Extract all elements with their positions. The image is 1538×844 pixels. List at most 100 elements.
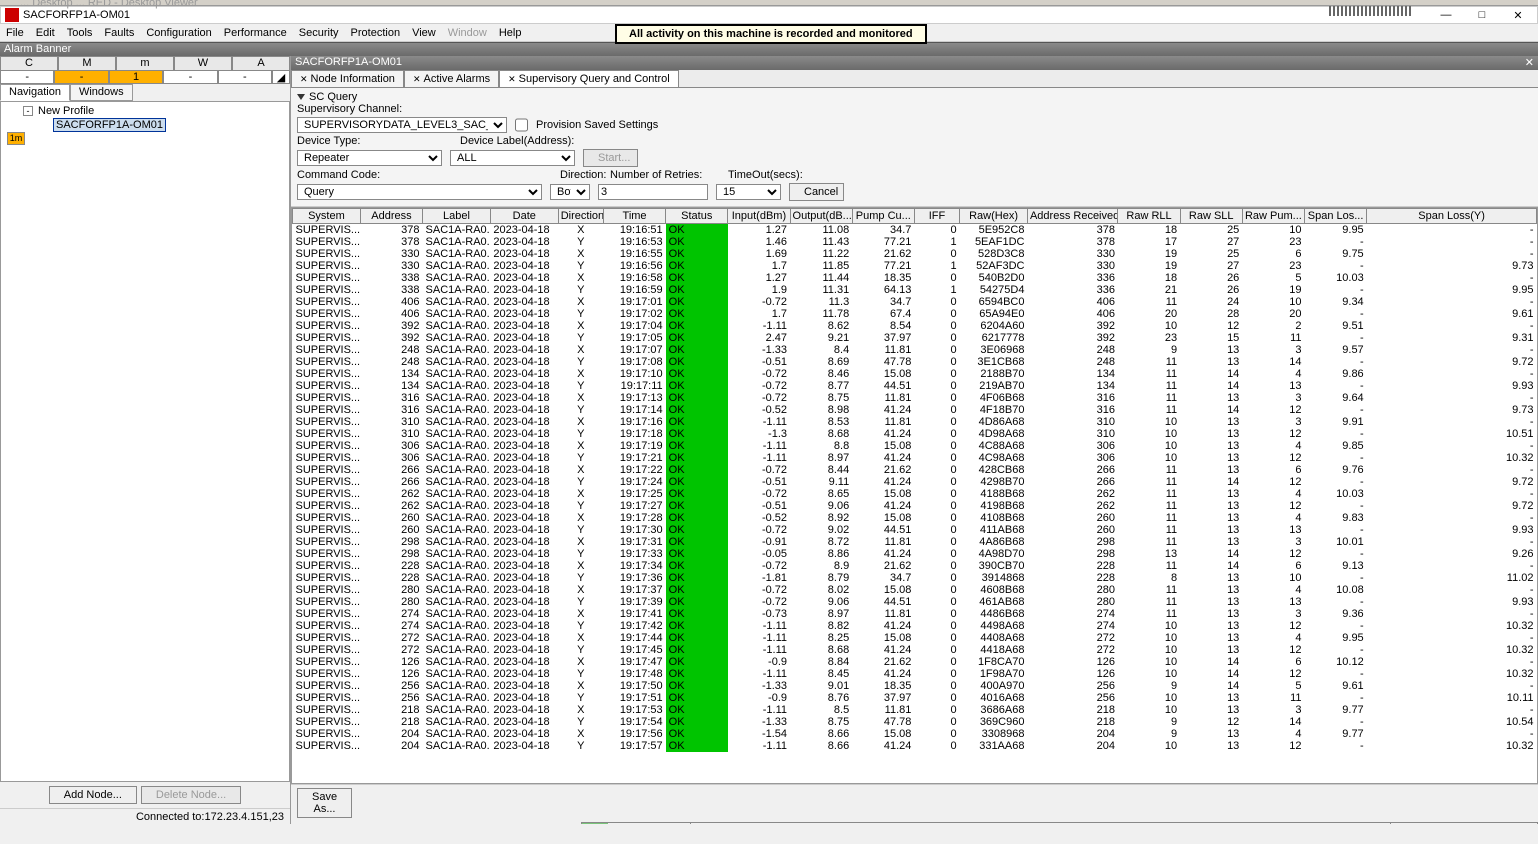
menu-faults[interactable]: Faults [104, 27, 134, 39]
table-row[interactable]: SUPERVIS...274SAC1A-RA0...2023-04-18X19:… [293, 608, 1537, 620]
provision-checkbox[interactable] [515, 117, 528, 133]
table-row[interactable]: SUPERVIS...204SAC1A-RA0...2023-04-18X19:… [293, 728, 1537, 740]
close-icon[interactable]: ✕ [413, 74, 421, 85]
alarm-tab-m[interactable]: m [116, 56, 174, 70]
table-row[interactable]: SUPERVIS...256SAC1A-RA0...2023-04-18X19:… [293, 680, 1537, 692]
close-icon[interactable]: ✕ [508, 74, 516, 85]
table-row[interactable]: SUPERVIS...338SAC1A-RA0...2023-04-18X19:… [293, 272, 1537, 284]
table-row[interactable]: SUPERVIS...266SAC1A-RA0...2023-04-18Y19:… [293, 476, 1537, 488]
device-label-select[interactable]: ALL [450, 150, 575, 166]
table-row[interactable]: SUPERVIS...406SAC1A-RA0...2023-04-18Y19:… [293, 308, 1537, 320]
menu-edit[interactable]: Edit [36, 27, 55, 39]
alarm-tab-a[interactable]: A [232, 56, 290, 70]
tab-supervisory-query[interactable]: ✕Supervisory Query and Control [499, 70, 679, 87]
retries-input[interactable] [598, 184, 708, 200]
column-header[interactable]: Time [603, 209, 665, 224]
column-header[interactable]: Raw SLL [1180, 209, 1242, 224]
table-row[interactable]: SUPERVIS...256SAC1A-RA0...2023-04-18Y19:… [293, 692, 1537, 704]
menu-security[interactable]: Security [299, 27, 339, 39]
menu-performance[interactable]: Performance [224, 27, 287, 39]
table-row[interactable]: SUPERVIS...378SAC1A-RA0...2023-04-18X19:… [293, 224, 1537, 237]
table-row[interactable]: SUPERVIS...392SAC1A-RA0...2023-04-18X19:… [293, 320, 1537, 332]
nav-tab-navigation[interactable]: Navigation [0, 84, 70, 101]
tree-expand-icon[interactable]: - [23, 106, 33, 116]
maximize-button[interactable]: □ [1467, 8, 1497, 22]
column-header[interactable]: Raw(Hex) [960, 209, 1028, 224]
column-header[interactable]: Address [360, 209, 422, 224]
add-node-button[interactable]: Add Node... [49, 786, 137, 804]
column-header[interactable]: Output(dB... [790, 209, 852, 224]
column-header[interactable]: Date [490, 209, 558, 224]
table-row[interactable]: SUPERVIS...218SAC1A-RA0...2023-04-18Y19:… [293, 716, 1537, 728]
table-row[interactable]: SUPERVIS...260SAC1A-RA0...2023-04-18X19:… [293, 512, 1537, 524]
close-button[interactable]: ✕ [1503, 8, 1533, 22]
table-row[interactable]: SUPERVIS...392SAC1A-RA0...2023-04-18Y19:… [293, 332, 1537, 344]
menu-window[interactable]: Window [448, 27, 487, 39]
table-row[interactable]: SUPERVIS...280SAC1A-RA0...2023-04-18X19:… [293, 584, 1537, 596]
table-row[interactable]: SUPERVIS...204SAC1A-RA0...2023-04-18Y19:… [293, 740, 1537, 752]
table-row[interactable]: SUPERVIS...260SAC1A-RA0...2023-04-18Y19:… [293, 524, 1537, 536]
column-header[interactable]: Address Received [1027, 209, 1117, 224]
table-row[interactable]: SUPERVIS...298SAC1A-RA0...2023-04-18Y19:… [293, 548, 1537, 560]
direction-select[interactable]: Both [550, 184, 590, 200]
panel-close-icon[interactable]: ✕ [1525, 56, 1534, 70]
tab-node-info[interactable]: ✕Node Information [291, 70, 404, 87]
minimize-button[interactable]: — [1431, 8, 1461, 22]
table-row[interactable]: SUPERVIS...274SAC1A-RA0...2023-04-18Y19:… [293, 620, 1537, 632]
column-header[interactable]: System [293, 209, 361, 224]
table-row[interactable]: SUPERVIS...310SAC1A-RA0...2023-04-18X19:… [293, 416, 1537, 428]
column-header[interactable]: Raw Pum... [1242, 209, 1304, 224]
column-header[interactable]: Pump Cu... [852, 209, 914, 224]
table-row[interactable]: SUPERVIS...330SAC1A-RA0...2023-04-18X19:… [293, 248, 1537, 260]
alarm-tab-c[interactable]: C [0, 56, 58, 70]
table-row[interactable]: SUPERVIS...126SAC1A-RA0...2023-04-18X19:… [293, 656, 1537, 668]
timeout-select[interactable]: 15 [716, 184, 781, 200]
table-row[interactable]: SUPERVIS...134SAC1A-RA0...2023-04-18X19:… [293, 368, 1537, 380]
table-row[interactable]: SUPERVIS...266SAC1A-RA0...2023-04-18X19:… [293, 464, 1537, 476]
table-row[interactable]: SUPERVIS...228SAC1A-RA0...2023-04-18X19:… [293, 560, 1537, 572]
menu-configuration[interactable]: Configuration [146, 27, 211, 39]
save-as-button[interactable]: Save As... [297, 788, 352, 818]
table-row[interactable]: SUPERVIS...272SAC1A-RA0...2023-04-18X19:… [293, 632, 1537, 644]
alarm-tab-w[interactable]: W [174, 56, 232, 70]
column-header[interactable]: Status [666, 209, 728, 224]
table-row[interactable]: SUPERVIS...406SAC1A-RA0...2023-04-18X19:… [293, 296, 1537, 308]
tree-root[interactable]: New Profile [36, 105, 96, 117]
table-row[interactable]: SUPERVIS...262SAC1A-RA0...2023-04-18Y19:… [293, 500, 1537, 512]
table-row[interactable]: SUPERVIS...262SAC1A-RA0...2023-04-18X19:… [293, 488, 1537, 500]
collapse-icon[interactable] [297, 94, 305, 100]
table-row[interactable]: SUPERVIS...248SAC1A-RA0...2023-04-18X19:… [293, 344, 1537, 356]
menu-file[interactable]: File [6, 27, 24, 39]
table-row[interactable]: SUPERVIS...316SAC1A-RA0...2023-04-18X19:… [293, 392, 1537, 404]
menu-view[interactable]: View [412, 27, 436, 39]
table-row[interactable]: SUPERVIS...248SAC1A-RA0...2023-04-18Y19:… [293, 356, 1537, 368]
table-row[interactable]: SUPERVIS...316SAC1A-RA0...2023-04-18Y19:… [293, 404, 1537, 416]
alarm-mute-icon[interactable]: ◢ [272, 70, 290, 84]
table-row[interactable]: SUPERVIS...306SAC1A-RA0...2023-04-18X19:… [293, 440, 1537, 452]
table-row[interactable]: SUPERVIS...338SAC1A-RA0...2023-04-18Y19:… [293, 284, 1537, 296]
menu-help[interactable]: Help [499, 27, 522, 39]
sup-channel-select[interactable]: SUPERVISORYDATA_LEVEL3_SAC_EAST_SEG... [297, 117, 507, 133]
table-row[interactable]: SUPERVIS...126SAC1A-RA0...2023-04-18Y19:… [293, 668, 1537, 680]
column-header[interactable]: Label [423, 209, 491, 224]
column-header[interactable]: Span Loss(Y) [1367, 209, 1537, 224]
table-row[interactable]: SUPERVIS...306SAC1A-RA0...2023-04-18Y19:… [293, 452, 1537, 464]
table-row[interactable]: SUPERVIS...378SAC1A-RA0...2023-04-18Y19:… [293, 236, 1537, 248]
tab-active-alarms[interactable]: ✕Active Alarms [404, 70, 499, 87]
column-header[interactable]: Input(dBm) [728, 209, 790, 224]
column-header[interactable]: IFF [914, 209, 959, 224]
device-type-select[interactable]: Repeater [297, 150, 442, 166]
column-header[interactable]: Span Los... [1305, 209, 1367, 224]
table-row[interactable]: SUPERVIS...218SAC1A-RA0...2023-04-18X19:… [293, 704, 1537, 716]
cancel-button[interactable]: Cancel [789, 183, 844, 201]
table-row[interactable]: SUPERVIS...280SAC1A-RA0...2023-04-18Y19:… [293, 596, 1537, 608]
table-row[interactable]: SUPERVIS...310SAC1A-RA0...2023-04-18Y19:… [293, 428, 1537, 440]
tree-node-selected[interactable]: SACFORFP1A-OM01 [53, 118, 166, 132]
alarm-tab-M[interactable]: M [58, 56, 116, 70]
table-row[interactable]: SUPERVIS...298SAC1A-RA0...2023-04-18X19:… [293, 536, 1537, 548]
column-header[interactable]: Raw RLL [1118, 209, 1180, 224]
menu-protection[interactable]: Protection [351, 27, 401, 39]
nav-tab-windows[interactable]: Windows [70, 84, 133, 101]
table-row[interactable]: SUPERVIS...134SAC1A-RA0...2023-04-18Y19:… [293, 380, 1537, 392]
close-icon[interactable]: ✕ [300, 74, 308, 85]
